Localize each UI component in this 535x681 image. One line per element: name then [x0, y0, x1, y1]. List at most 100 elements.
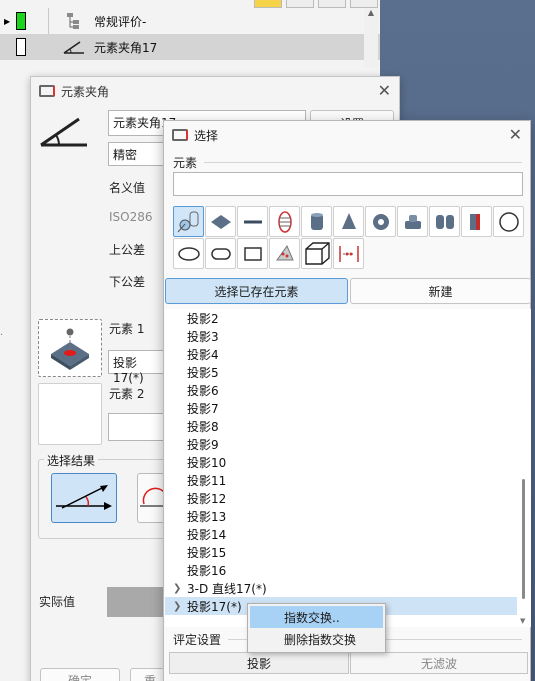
list-item[interactable]: 投影13 [165, 507, 517, 525]
mode-select[interactable]: 精密 [108, 142, 168, 166]
element2-field[interactable] [108, 413, 168, 441]
list-item-label: 投影17(*) [187, 599, 242, 614]
element2-picker[interactable] [38, 383, 102, 445]
filter-option[interactable]: 无滤波 [350, 652, 528, 674]
element1-picker[interactable] [38, 319, 102, 377]
select-dialog-titlebar: 选择 [164, 121, 530, 149]
top-toolbar [254, 0, 378, 8]
scrollbar-thumb[interactable] [522, 479, 525, 599]
hierarchy-icon [62, 12, 86, 30]
circle-icon[interactable] [493, 206, 524, 237]
ok-button[interactable]: 确定 [40, 668, 120, 681]
menu-item-delete-index-swap[interactable]: 删除指数交换 [250, 628, 383, 650]
list-scrollbar[interactable]: ▼ [517, 309, 531, 627]
list-item[interactable]: 投影10 [165, 453, 517, 471]
dialog-title: 选择 [194, 128, 219, 143]
projection-option[interactable]: 投影 [169, 652, 349, 674]
tree-item-label: 常规评价- [94, 14, 147, 29]
angle-result-icon [56, 485, 112, 510]
toolbar-button-2[interactable] [286, 0, 314, 8]
nominal-label: 名义值 [109, 181, 146, 195]
chevron-right-icon[interactable]: ❯ [173, 601, 187, 612]
select-dialog: 选择 ✕ 元素 选择已存在元素 新建 投影2 投影3 投影4 投影5 投影6 投… [163, 120, 531, 681]
tree-row-selected[interactable]: 元素夹角17 [0, 34, 380, 60]
list-item[interactable]: 投影3 [165, 327, 517, 345]
actual-value-display [107, 587, 167, 617]
dialog-title: 元素夹角 [61, 84, 110, 99]
circle-3d-icon[interactable] [269, 206, 300, 237]
evaluation-tree: ▶ 常规评价- 元素夹角17 [0, 8, 380, 60]
list-item[interactable]: 投影9 [165, 435, 517, 453]
list-item[interactable]: 投影7 [165, 399, 517, 417]
element-list: 投影2 投影3 投影4 投影5 投影6 投影7 投影8 投影9 投影10 投影1… [165, 309, 517, 627]
element-group-title: 元素 [173, 156, 198, 170]
angle-dialog-titlebar: 元素夹角 [31, 77, 399, 105]
cylinder-icon[interactable] [301, 206, 332, 237]
menu-item-index-swap[interactable]: 指数交换.. [250, 606, 383, 628]
list-item[interactable]: 投影4 [165, 345, 517, 363]
result-option-angle[interactable] [51, 473, 117, 523]
list-item[interactable]: 投影2 [165, 309, 517, 327]
projection-point-icon [51, 328, 89, 370]
close-icon[interactable]: ✕ [509, 125, 522, 144]
list-item[interactable]: 投影11 [165, 471, 517, 489]
line-icon[interactable] [237, 206, 268, 237]
expand-arrow-icon[interactable]: ▶ [4, 17, 14, 26]
chevron-right-icon[interactable]: ❯ [173, 583, 187, 594]
torus-icon[interactable] [365, 206, 396, 237]
step-cylinder-icon[interactable] [397, 206, 428, 237]
iso286-label: ISO286 [109, 210, 153, 224]
list-item[interactable]: 投影8 [165, 417, 517, 435]
double-cylinder-icon[interactable] [429, 206, 460, 237]
rectangle-icon[interactable] [237, 238, 268, 269]
distance-icon[interactable] [333, 238, 364, 269]
list-item[interactable]: 投影14 [165, 525, 517, 543]
point-cloud-icon[interactable] [269, 238, 300, 269]
angle-alt-icon [140, 487, 166, 507]
result-group-title: 选择结果 [44, 452, 99, 469]
actual-value-label: 实际值 [39, 595, 76, 609]
scroll-down-icon[interactable]: ▼ [520, 617, 525, 625]
app-icon [39, 85, 55, 97]
list-item[interactable]: 投影6 [165, 381, 517, 399]
list-item[interactable]: 投影16 [165, 561, 517, 579]
tree-row[interactable]: ▶ 常规评价- [0, 8, 380, 34]
element1-label: 元素 1 [109, 322, 145, 336]
plane-icon[interactable] [205, 206, 236, 237]
tab-select-existing[interactable]: 选择已存在元素 [165, 278, 348, 304]
status-indicator [16, 38, 26, 56]
rounded-slot-icon[interactable] [205, 238, 236, 269]
evaluation-settings-title: 评定设置 [173, 633, 222, 647]
list-item[interactable]: 投影12 [165, 489, 517, 507]
edge-mark: · [0, 330, 4, 341]
element-search-input[interactable] [173, 172, 523, 196]
close-icon[interactable]: ✕ [378, 81, 391, 100]
list-item[interactable]: 投影5 [165, 363, 517, 381]
tree-scrollbar[interactable]: ▲ [364, 8, 378, 68]
slot-icon[interactable] [461, 206, 492, 237]
angle-dialog-buttons: 确定 重 [40, 668, 170, 681]
point-icon[interactable] [173, 206, 204, 237]
divider [204, 162, 522, 163]
scroll-up-icon[interactable]: ▲ [364, 8, 378, 17]
upper-tolerance-label: 上公差 [109, 243, 146, 257]
app-icon [172, 129, 188, 141]
toolbar-button-yellow[interactable] [254, 0, 282, 8]
toolbar-button-4[interactable] [350, 0, 378, 8]
tree-item-label: 元素夹角17 [94, 40, 158, 55]
angle-icon [62, 38, 86, 56]
angle-large-icon [40, 117, 87, 147]
element1-field[interactable]: 投影17(*) [108, 350, 168, 385]
toolbar-button-3[interactable] [318, 0, 346, 8]
list-item[interactable]: 投影15 [165, 543, 517, 561]
lower-tolerance-label: 下公差 [109, 275, 146, 289]
status-indicator [16, 12, 26, 30]
list-item-label: 3-D 直线17(*) [187, 581, 267, 596]
context-menu: 指数交换.. 删除指数交换 [247, 603, 386, 653]
ellipse-icon[interactable] [173, 238, 204, 269]
element-type-toolbar [173, 206, 525, 270]
cone-icon[interactable] [333, 206, 364, 237]
list-item-expandable[interactable]: ❯ 3-D 直线17(*) [165, 579, 517, 597]
box-icon[interactable] [301, 238, 332, 269]
tab-new[interactable]: 新建 [350, 278, 531, 304]
